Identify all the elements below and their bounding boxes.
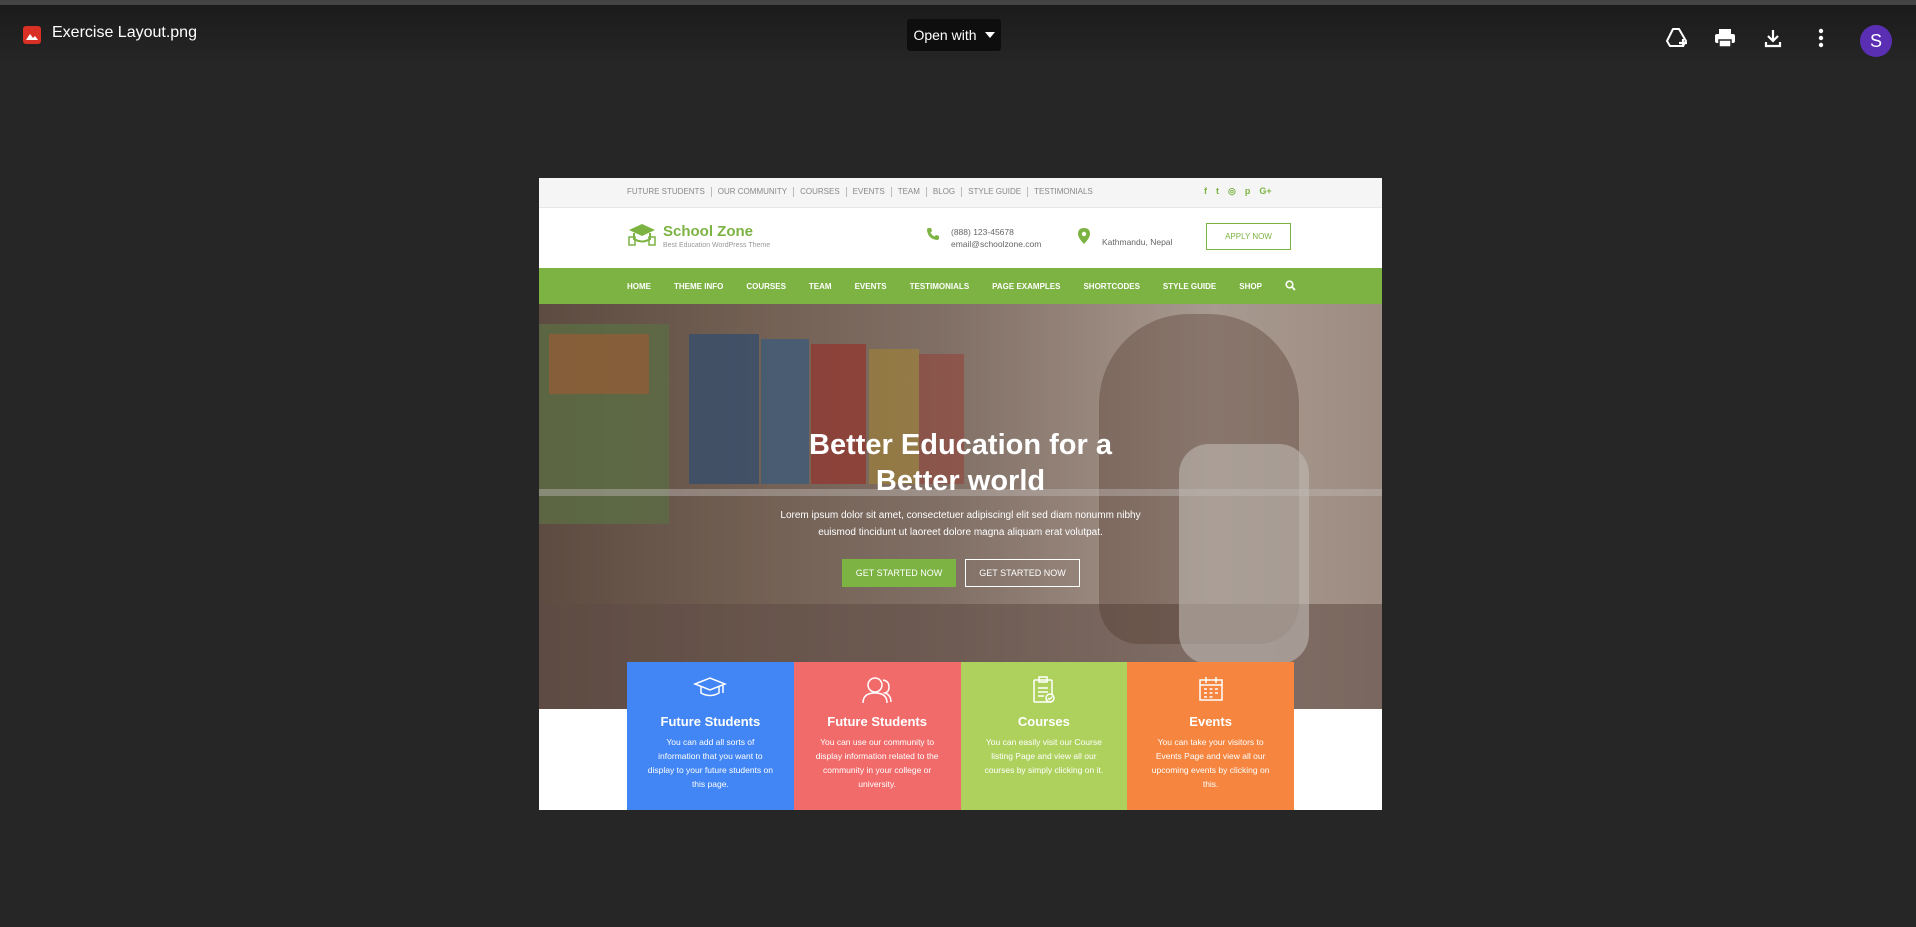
nav-item-events[interactable]: EVENTS (855, 282, 887, 291)
community-icon (862, 677, 892, 704)
nav-item-page-examples[interactable]: PAGE EXAMPLES (992, 282, 1060, 291)
phone-icon (927, 228, 939, 240)
top-link[interactable]: STYLE GUIDE (962, 187, 1029, 197)
top-link[interactable]: TEAM (892, 187, 927, 197)
top-link[interactable]: COURSES (794, 187, 847, 197)
download-icon (1764, 30, 1782, 48)
get-started-outline-button[interactable]: GET STARTED NOW (965, 559, 1080, 587)
feature-community[interactable]: Future Students You can use our communit… (793, 662, 961, 810)
feature-description: You can add all sorts of information tha… (647, 737, 773, 789)
apply-now-button[interactable]: APPLY NOW (1206, 223, 1291, 250)
social-links: f t ◎ p G+ (1204, 186, 1272, 197)
nav-item-courses[interactable]: COURSES (746, 282, 786, 291)
site-utility-bar: FUTURE STUDENTS OUR COMMUNITY COURSES EV… (539, 178, 1382, 208)
nav-item-style-guide[interactable]: STYLE GUIDE (1163, 282, 1216, 291)
account-avatar[interactable]: S (1860, 25, 1892, 57)
instagram-icon[interactable]: ◎ (1228, 186, 1236, 197)
file-name: Exercise Layout.png (52, 24, 197, 41)
top-link[interactable]: FUTURE STUDENTS (627, 187, 712, 197)
pinterest-icon[interactable]: p (1245, 186, 1251, 197)
feature-events[interactable]: Events You can take your visitors to Eve… (1127, 662, 1294, 810)
feature-future-students[interactable]: Future Students You can add all sorts of… (627, 662, 794, 810)
feature-title: Courses (1017, 714, 1070, 729)
nav-item-team[interactable]: TEAM (809, 282, 832, 291)
nav-item-testimonials[interactable]: TESTIMONIALS (910, 282, 970, 291)
calendar-icon (1198, 677, 1223, 701)
feature-courses[interactable]: Courses You can easily visit our Course … (960, 662, 1128, 810)
email-address: email@schoolzone.com (951, 239, 1042, 249)
nav-item-shop[interactable]: SHOP (1239, 282, 1262, 291)
logo-cap-icon (628, 224, 656, 246)
brand-tagline: Best Education WordPress Theme (663, 242, 771, 249)
search-icon[interactable] (1285, 280, 1296, 291)
image-preview: FUTURE STUDENTS OUR COMMUNITY COURSES EV… (539, 178, 1382, 810)
add-to-drive-icon (1666, 28, 1687, 47)
feature-boxes: Future Students You can add all sorts of… (627, 662, 1294, 810)
print-icon (1715, 29, 1735, 48)
facebook-icon[interactable]: f (1204, 186, 1207, 197)
hero-banner: Better Education for a Better world Lore… (539, 304, 1382, 709)
graduation-cap-icon (693, 677, 728, 697)
get-started-button[interactable]: GET STARTED NOW (842, 559, 956, 587)
twitter-icon[interactable]: t (1216, 186, 1219, 197)
download-button[interactable] (1760, 25, 1786, 51)
location-text: Kathmandu, Nepal (1102, 237, 1173, 247)
hero-title: Better Education for a Better world (809, 429, 1112, 497)
nav-item-theme-info[interactable]: THEME INFO (674, 282, 723, 291)
top-link[interactable]: TESTIMONIALS (1028, 187, 1099, 197)
viewer-toolbar: Exercise Layout.png Open with S (0, 5, 1916, 65)
location-pin-icon (1078, 228, 1090, 244)
phone-number: (888) 123-45678 (951, 227, 1014, 237)
site-header: School Zone Best Education WordPress The… (539, 208, 1382, 268)
feature-description: You can use our community to display inf… (815, 737, 939, 789)
feature-description: You can easily visit our Course listing … (984, 737, 1104, 775)
brand-name[interactable]: School Zone (663, 223, 753, 240)
feature-title: Future Students (827, 714, 927, 729)
feature-title: Events (1189, 714, 1232, 729)
feature-title: Future Students (660, 714, 761, 729)
print-button[interactable] (1712, 25, 1738, 51)
nav-item-home[interactable]: HOME (627, 282, 651, 291)
clipboard-icon (1033, 676, 1055, 703)
chevron-down-icon (984, 32, 995, 38)
nav-item-shortcodes[interactable]: SHORTCODES (1083, 282, 1139, 291)
more-options-button[interactable] (1808, 25, 1834, 51)
hero-description: Lorem ipsum dolor sit amet, consectetuer… (780, 510, 1141, 538)
add-to-drive-button[interactable] (1664, 25, 1690, 51)
top-link[interactable]: OUR COMMUNITY (712, 187, 795, 197)
top-link[interactable]: BLOG (927, 187, 963, 197)
top-links: FUTURE STUDENTS OUR COMMUNITY COURSES EV… (627, 187, 1099, 197)
top-link[interactable]: EVENTS (847, 187, 892, 197)
open-with-label: Open with (913, 27, 977, 43)
open-with-button[interactable]: Open with (907, 19, 1001, 51)
image-file-icon (23, 26, 41, 44)
google-plus-icon[interactable]: G+ (1259, 186, 1271, 197)
more-vert-icon (1818, 28, 1824, 48)
main-navigation: HOME THEME INFO COURSES TEAM EVENTS TEST… (539, 268, 1382, 304)
feature-description: You can take your visitors to Events Pag… (1151, 737, 1270, 789)
